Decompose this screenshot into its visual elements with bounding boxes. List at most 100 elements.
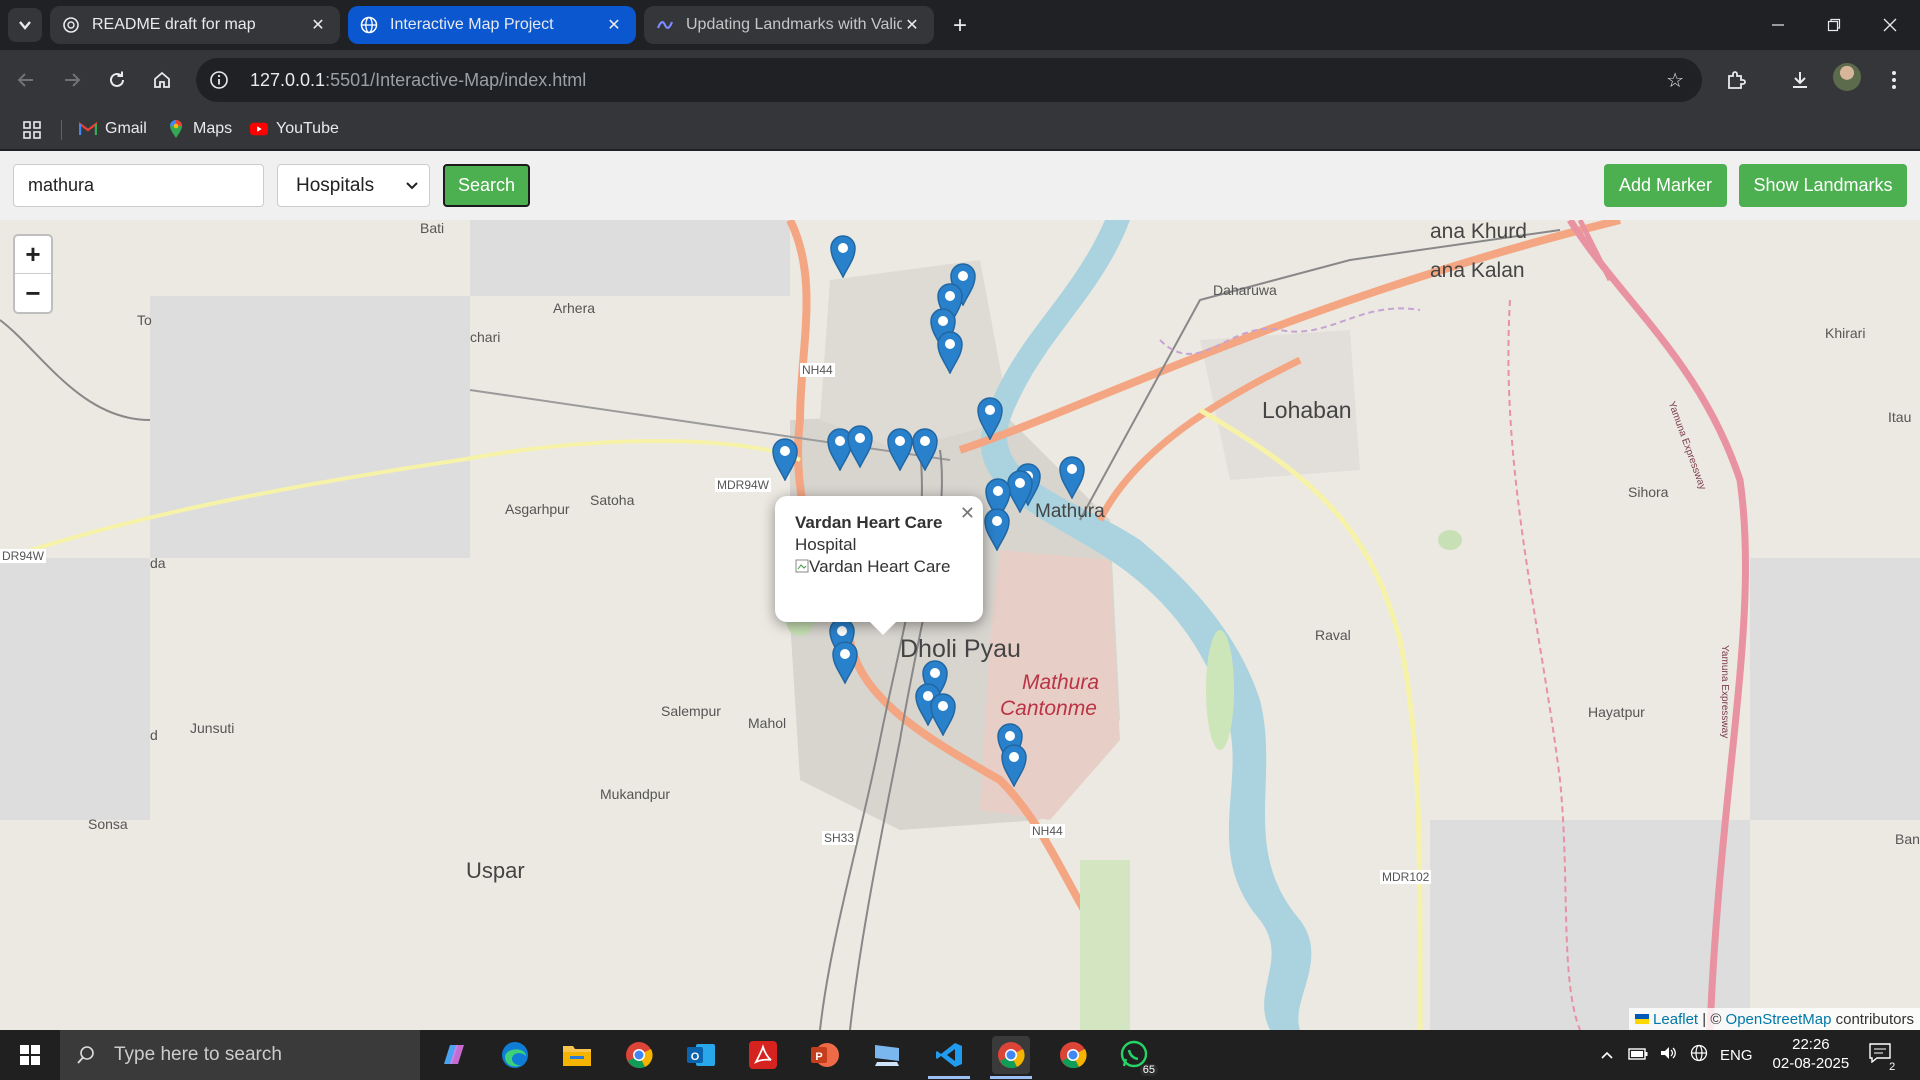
map-marker-pin[interactable]: [929, 692, 957, 736]
reload-button[interactable]: [101, 64, 133, 96]
attribution-separator: | ©: [1698, 1010, 1726, 1028]
new-tab-button[interactable]: +: [946, 12, 974, 40]
gmail-icon: [79, 120, 97, 138]
file-explorer-app[interactable]: [558, 1036, 596, 1074]
chrome-app-2[interactable]: [1054, 1036, 1092, 1074]
map-label: NH44: [800, 363, 835, 377]
outlook-icon: O: [687, 1044, 715, 1066]
home-button[interactable]: [146, 64, 178, 96]
map-marker-pin[interactable]: [829, 234, 857, 278]
minimize-button[interactable]: [1750, 0, 1806, 50]
map-marker-pin[interactable]: [976, 396, 1004, 440]
whatsapp-app[interactable]: 65: [1116, 1036, 1158, 1076]
notification-center-button[interactable]: 2: [1869, 1043, 1898, 1073]
map-label: d: [150, 727, 158, 743]
apps-grid-icon: [23, 121, 41, 139]
close-icon[interactable]: ✕: [604, 15, 624, 35]
category-select[interactable]: Hospitals: [277, 164, 430, 207]
close-icon[interactable]: ✕: [308, 15, 328, 35]
edge-app[interactable]: [496, 1036, 534, 1074]
close-icon[interactable]: ✕: [902, 15, 922, 35]
close-window-button[interactable]: [1862, 0, 1918, 50]
map-marker-pin[interactable]: [911, 427, 939, 471]
profile-avatar[interactable]: [1833, 63, 1861, 91]
map-marker-pin[interactable]: [846, 424, 874, 468]
svg-text:P: P: [815, 1051, 822, 1063]
map-label: Khirari: [1825, 325, 1866, 341]
popup-close-button[interactable]: ✕: [960, 502, 975, 525]
remote-desktop-app[interactable]: [868, 1036, 906, 1074]
chevron-down-icon: [406, 182, 418, 190]
chevron-up-icon[interactable]: [1600, 1047, 1614, 1064]
map-label: Sihora: [1628, 484, 1669, 500]
forward-button[interactable]: [56, 64, 88, 96]
map-marker-pin[interactable]: [936, 330, 964, 374]
popup-title: Vardan Heart Care: [795, 513, 943, 532]
battery-icon[interactable]: [1628, 1047, 1648, 1064]
map-view[interactable]: Bati Arhera chari To Daharuwa ana Khurd …: [0, 220, 1920, 1030]
bookmark-label: YouTube: [276, 120, 339, 137]
url-path: :5501/Interactive-Map/index.html: [325, 69, 587, 90]
copilot-icon: [444, 1045, 464, 1064]
volume-icon[interactable]: [1660, 1045, 1678, 1065]
map-label: da: [150, 555, 166, 571]
address-bar[interactable]: 127.0.0.1:5501/Interactive-Map/index.htm…: [196, 58, 1702, 102]
apps-button[interactable]: [22, 120, 42, 140]
zoom-in-button[interactable]: +: [15, 236, 51, 274]
location-search-input[interactable]: [13, 164, 264, 207]
chrome-menu-button[interactable]: [1878, 64, 1910, 96]
acrobat-icon: [749, 1041, 777, 1069]
back-button[interactable]: [10, 64, 42, 96]
restore-button[interactable]: [1806, 0, 1862, 50]
zoom-control: + −: [13, 234, 53, 314]
site-info-icon[interactable]: [206, 67, 232, 93]
tab-search-button[interactable]: [8, 8, 42, 42]
taskbar-search[interactable]: Type here to search: [60, 1030, 420, 1080]
chrome-active-app[interactable]: [992, 1036, 1030, 1074]
globe-icon: [360, 16, 378, 34]
start-button[interactable]: [11, 1036, 49, 1074]
map-label: chari: [470, 329, 501, 345]
outlook-app[interactable]: O: [682, 1036, 720, 1074]
tab-interactive-map[interactable]: Interactive Map Project ✕: [348, 6, 636, 44]
map-marker-pin[interactable]: [983, 507, 1011, 551]
add-marker-button[interactable]: Add Marker: [1604, 164, 1727, 207]
network-globe-icon[interactable]: [1690, 1044, 1708, 1066]
tab-readme[interactable]: README draft for map ✕: [50, 6, 340, 44]
map-marker-pin[interactable]: [831, 640, 859, 684]
map-label: SH33: [822, 831, 857, 845]
zoom-out-button[interactable]: −: [15, 274, 51, 312]
bookmark-star-icon[interactable]: ☆: [1666, 68, 1684, 93]
leaflet-link[interactable]: Leaflet: [1653, 1011, 1698, 1028]
bookmark-youtube[interactable]: YouTube: [250, 120, 339, 138]
copilot-app[interactable]: [434, 1036, 472, 1074]
bookmarks-bar: Gmail Maps YouTube: [0, 110, 1920, 150]
map-label: Raval: [1315, 627, 1351, 643]
map-label: Arhera: [553, 300, 596, 316]
chevron-down-icon: [19, 21, 31, 30]
arrow-left-icon: [17, 73, 33, 87]
page-content: Hospitals Search Add Marker Show Landmar…: [0, 151, 1920, 1030]
show-landmarks-button[interactable]: Show Landmarks: [1739, 164, 1907, 207]
vscode-app[interactable]: [930, 1036, 968, 1074]
chrome-app[interactable]: [620, 1036, 658, 1074]
map-marker-pin[interactable]: [771, 437, 799, 481]
chrome-icon: [998, 1042, 1025, 1069]
bookmark-gmail[interactable]: Gmail: [79, 120, 147, 138]
language-indicator[interactable]: ENG: [1720, 1047, 1753, 1064]
osm-link[interactable]: OpenStreetMap: [1726, 1011, 1832, 1028]
powerpoint-app[interactable]: P: [806, 1036, 844, 1074]
extensions-button[interactable]: [1720, 64, 1752, 96]
search-button[interactable]: Search: [443, 164, 530, 207]
marker-popup: ✕ Vardan Heart Care Hospital Vardan Hear…: [775, 496, 983, 635]
acrobat-app[interactable]: [744, 1036, 782, 1074]
map-marker-pin[interactable]: [886, 427, 914, 471]
bookmark-maps[interactable]: Maps: [167, 120, 232, 138]
downloads-button[interactable]: [1784, 64, 1816, 96]
map-marker-pin[interactable]: [1058, 455, 1086, 499]
clock[interactable]: 22:26 02-08-2025: [1773, 1036, 1850, 1074]
tab-updating-landmarks[interactable]: Updating Landmarks with Valid ✕: [644, 6, 934, 44]
map-marker-pin[interactable]: [1000, 743, 1028, 787]
map-label: Asgarhpur: [505, 501, 570, 517]
url-text: 127.0.0.1:5501/Interactive-Map/index.htm…: [250, 70, 586, 91]
